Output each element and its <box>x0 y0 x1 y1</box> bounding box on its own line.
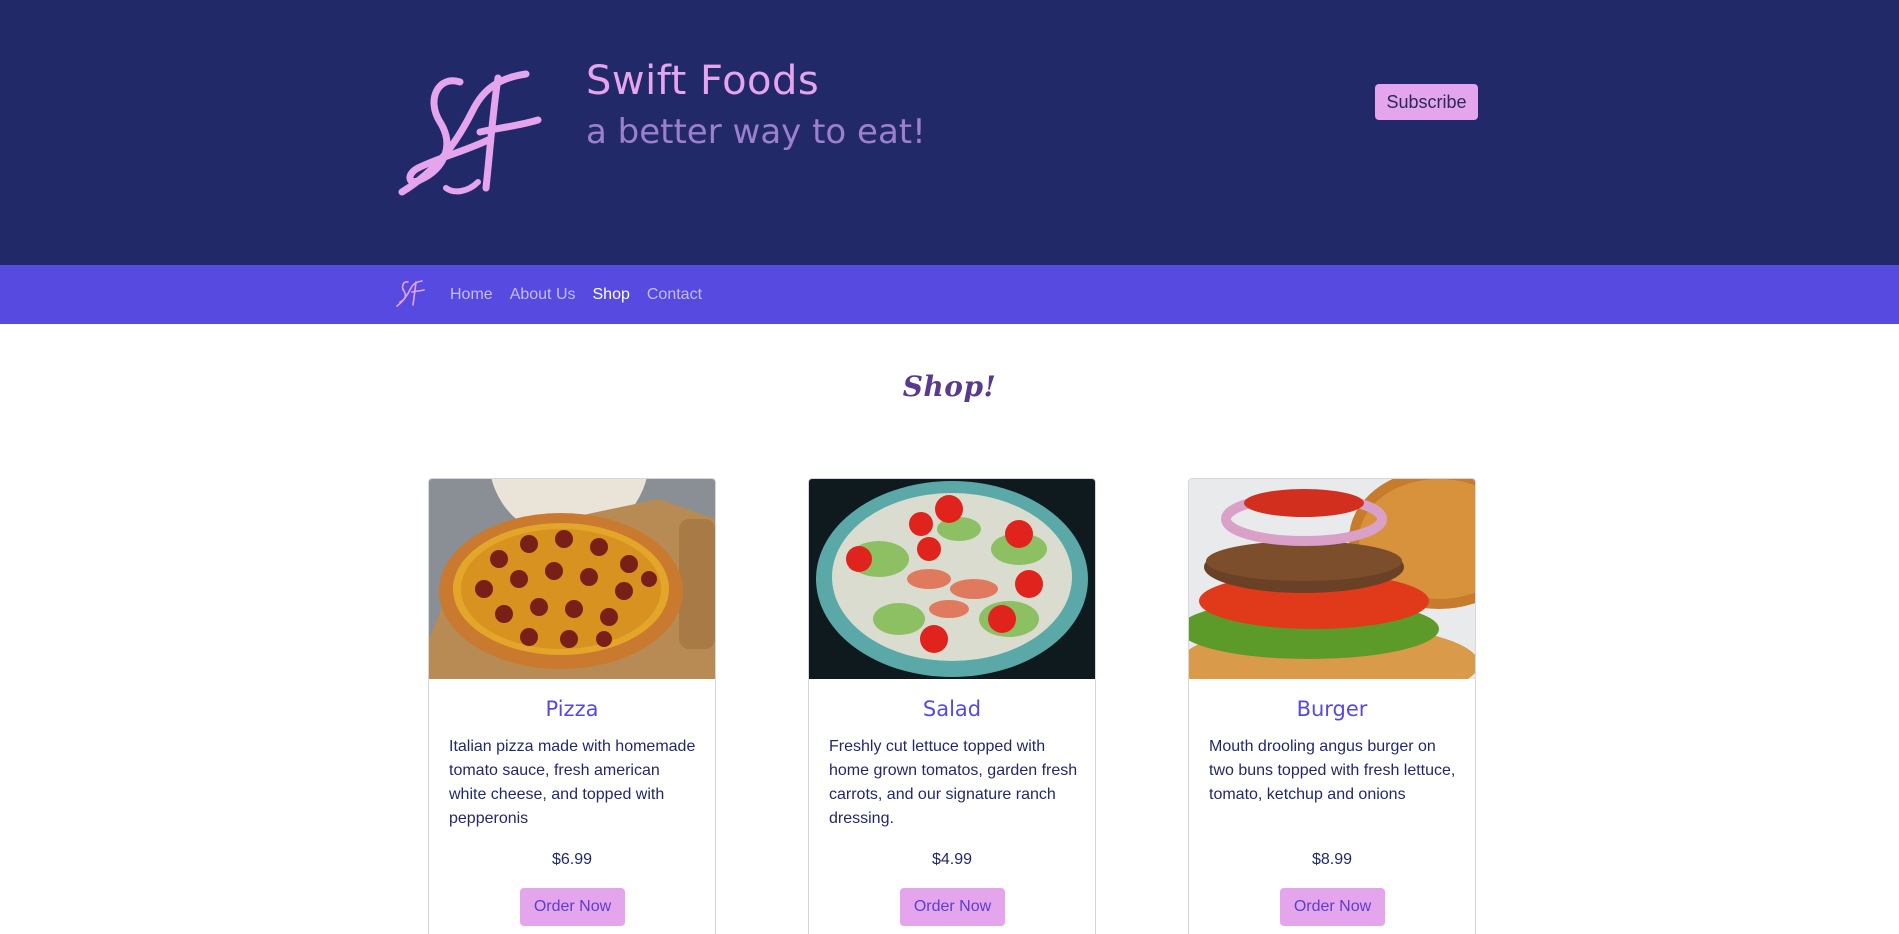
nav-item-home[interactable]: Home <box>450 286 493 304</box>
product-card-pizza: Pizza Italian pizza made with homemade t… <box>428 478 716 934</box>
sf-logo-icon <box>398 70 542 196</box>
product-title: Burger <box>1296 697 1368 721</box>
site-header: Swift Foods a better way to eat! Subscri… <box>0 0 1899 265</box>
salad-image <box>809 479 1095 679</box>
nav-item-about-us[interactable]: About Us <box>510 286 576 304</box>
shop-title: Shop! <box>902 370 997 403</box>
order-now-button[interactable]: Order Now <box>900 888 1005 926</box>
product-description: Italian pizza made with homemade tomato … <box>449 738 696 827</box>
product-card-salad: Salad Freshly cut lettuce topped with ho… <box>808 478 1096 934</box>
nav-item-contact[interactable]: Contact <box>647 286 702 304</box>
product-price: $8.99 <box>1311 851 1353 868</box>
main-navbar: Home About Us Shop Contact <box>0 265 1899 324</box>
order-now-button[interactable]: Order Now <box>520 888 625 926</box>
product-price: $4.99 <box>931 851 973 868</box>
product-description: Freshly cut lettuce topped with home gro… <box>829 738 1078 827</box>
subscribe-button[interactable]: Subscribe <box>1375 84 1478 120</box>
order-now-button[interactable]: Order Now <box>1280 888 1385 926</box>
product-title: Pizza <box>545 697 599 721</box>
brand-title: Swift Foods <box>586 58 820 104</box>
pizza-image <box>429 479 715 679</box>
nav-item-shop[interactable]: Shop <box>593 286 630 304</box>
brand-tagline: a better way to eat! <box>586 112 926 152</box>
product-title: Salad <box>922 697 982 721</box>
product-card-burger: Burger Mouth drooling angus burger on tw… <box>1188 478 1476 934</box>
product-price: $6.99 <box>551 851 593 868</box>
burger-image <box>1189 479 1475 679</box>
nav-links: Home About Us Shop Contact <box>450 265 702 324</box>
product-description: Mouth drooling angus burger on two buns … <box>1209 738 1456 803</box>
nav-logo-icon[interactable] <box>396 279 426 309</box>
